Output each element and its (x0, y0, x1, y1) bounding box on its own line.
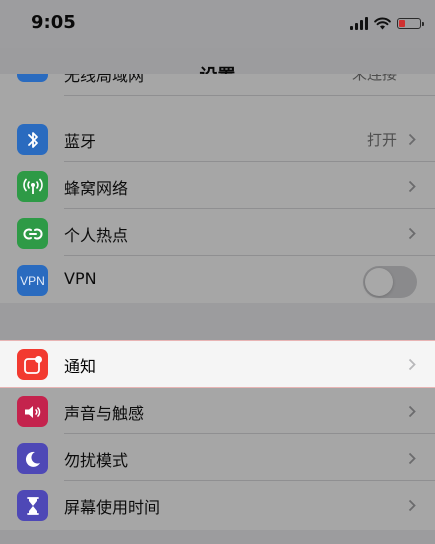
settings-row-hotspot[interactable]: 个人热点 (0, 210, 435, 256)
toggle-knob (365, 268, 393, 296)
row-separator (64, 95, 435, 96)
wifi-value: 未连接 (351, 74, 397, 83)
status-bar: 9:05 (0, 0, 435, 48)
cellular-icon (17, 171, 48, 202)
bluetooth-label: 蓝牙 (64, 132, 97, 151)
settings-row-do-not-disturb[interactable]: 勿扰模式 (0, 435, 435, 481)
chevron-right-icon (408, 227, 416, 240)
chevron-right-icon (408, 180, 416, 193)
settings-row-vpn[interactable]: VPN VPN (0, 257, 435, 303)
hotspot-icon (17, 218, 48, 249)
bluetooth-status: 打开 (366, 131, 397, 149)
chevron-right-icon (408, 452, 416, 465)
vpn-icon: VPN (17, 265, 48, 296)
notifications-label: 通知 (64, 357, 97, 376)
vpn-label: VPN (64, 269, 97, 288)
row-separator (64, 208, 435, 209)
settings-row-sound[interactable]: 声音与触感 (0, 388, 435, 434)
chevron-right-icon (408, 133, 416, 146)
row-separator (64, 161, 435, 162)
battery-fill (399, 19, 405, 27)
hotspot-label: 个人热点 (64, 226, 129, 245)
status-time: 9:05 (31, 12, 76, 33)
do-not-disturb-label: 勿扰模式 (64, 451, 129, 470)
settings-row-screen-time[interactable]: 屏幕使用时间 (0, 482, 435, 528)
settings-row-cellular[interactable]: 蜂窝网络 (0, 163, 435, 209)
wifi-label: 无线局域网 (64, 74, 145, 85)
row-separator (64, 255, 435, 256)
settings-row-wifi[interactable]: 无线局域网 未连接 (0, 74, 435, 96)
chevron-right-icon (408, 405, 416, 418)
sound-label: 声音与触感 (64, 404, 145, 423)
row-separator (64, 433, 435, 434)
battery-icon (397, 17, 424, 29)
moon-icon (17, 443, 48, 474)
status-icons (350, 14, 424, 32)
settings-row-notifications[interactable]: 通知 (0, 340, 435, 388)
vpn-toggle[interactable] (363, 266, 417, 298)
wifi-status-icon (374, 17, 391, 29)
cellular-label: 蜂窝网络 (64, 179, 129, 198)
sound-icon (17, 396, 48, 427)
wifi-icon (17, 74, 48, 82)
vpn-icon-text: VPN (20, 273, 45, 288)
bluetooth-icon (17, 124, 48, 155)
chevron-right-icon (408, 499, 416, 512)
hourglass-icon (17, 490, 48, 521)
chevron-right-icon (408, 358, 416, 371)
settings-row-bluetooth[interactable]: 蓝牙 打开 (0, 116, 435, 162)
cellular-signal-icon (350, 16, 368, 30)
notifications-icon (17, 349, 48, 380)
screen-time-label: 屏幕使用时间 (64, 498, 161, 517)
row-separator (64, 480, 435, 481)
